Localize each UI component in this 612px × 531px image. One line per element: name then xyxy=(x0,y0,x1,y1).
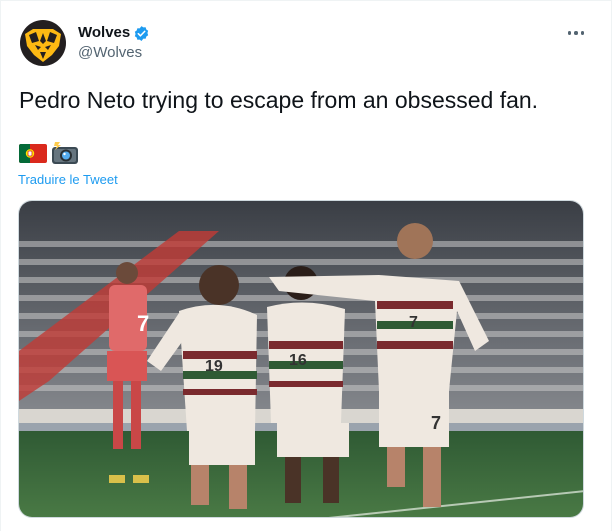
wolf-head-logo-icon xyxy=(19,19,67,67)
author-display-name-row[interactable]: Wolves xyxy=(78,23,150,43)
svg-text:19: 19 xyxy=(205,358,223,375)
svg-text:7: 7 xyxy=(431,413,441,433)
svg-text:16: 16 xyxy=(289,352,307,369)
more-dot xyxy=(580,31,585,35)
author-names: Wolves @Wolves xyxy=(78,23,150,63)
more-options-icon xyxy=(567,31,572,35)
tweet-media-photo[interactable]: 7 19 16 7 7 xyxy=(18,200,584,518)
author-handle[interactable]: @Wolves xyxy=(78,43,150,63)
football-celebration-photo: 7 19 16 7 7 xyxy=(19,201,583,517)
camera-with-flash-icon xyxy=(52,142,78,164)
tweet-emojis xyxy=(19,141,79,165)
author-display-name[interactable]: Wolves xyxy=(78,23,130,43)
tweet-text: Pedro Neto trying to escape from an obse… xyxy=(19,87,539,113)
svg-text:7: 7 xyxy=(137,311,149,336)
tweet-header: Wolves @Wolves xyxy=(19,19,593,67)
more-options-button[interactable] xyxy=(559,19,593,47)
tweet-card[interactable]: Wolves @Wolves Pedro Neto trying to esca… xyxy=(0,0,612,531)
more-dot xyxy=(574,31,578,35)
svg-text:7: 7 xyxy=(409,314,418,331)
translate-tweet-link[interactable]: Traduire le Tweet xyxy=(18,172,118,188)
avatar[interactable] xyxy=(19,19,67,67)
verified-badge-icon xyxy=(135,25,149,41)
portugal-flag-icon xyxy=(19,144,47,163)
